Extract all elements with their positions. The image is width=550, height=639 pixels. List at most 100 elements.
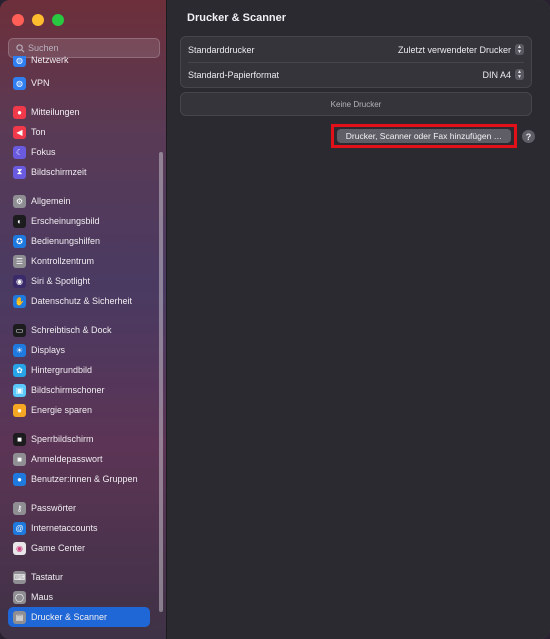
- default-printer-value: Zuletzt verwendeter Drucker: [397, 44, 511, 55]
- flower-icon: ✿: [13, 363, 26, 377]
- search-input[interactable]: Suchen: [8, 38, 160, 58]
- sidebar-scrollbar[interactable]: [159, 152, 163, 612]
- speaker-icon: ◀: [13, 125, 26, 139]
- sidebar-item-label: Internetaccounts: [31, 523, 98, 533]
- search-placeholder: Suchen: [28, 43, 59, 53]
- sidebar-item-label: Maus: [31, 592, 54, 602]
- default-printer-row: Standarddrucker Zuletzt verwendeter Druc…: [181, 37, 531, 62]
- chevron-updown-icon: ▲ ▼: [515, 69, 524, 80]
- gamecenter-icon: ◉: [13, 541, 26, 555]
- sidebar-item-label: Sperrbildschirm: [31, 434, 94, 444]
- lock-icon: ■: [13, 452, 26, 466]
- sidebar-item[interactable]: ■ Sperrbildschirm: [8, 429, 150, 449]
- sidebar-item-label: Tastatur: [31, 572, 64, 582]
- add-printer-button[interactable]: Drucker, Scanner oder Fax hinzufügen …: [337, 129, 511, 143]
- sidebar-item[interactable]: ⌨ Tastatur: [8, 567, 150, 587]
- sidebar-item-label: Erscheinungsbild: [31, 216, 100, 226]
- sidebar-item[interactable]: ☾ Fokus: [8, 142, 150, 162]
- sidebar-item[interactable]: ⧗ Bildschirmzeit: [8, 162, 150, 182]
- sidebar-item[interactable]: ● Benutzer:innen & Gruppen: [8, 469, 150, 489]
- sidebar-item-label: Mitteilungen: [31, 107, 80, 117]
- sidebar-item-label: Siri & Spotlight: [31, 276, 91, 286]
- dock-icon: ▭: [13, 323, 26, 337]
- sidebar-item-label: Drucker & Scanner: [31, 612, 108, 622]
- sidebar-item[interactable]: ◐ Erscheinungsbild: [8, 211, 150, 231]
- sidebar-item-label: Energie sparen: [31, 405, 93, 415]
- zoom-window-button[interactable]: [52, 14, 64, 26]
- globe-icon: ◍: [13, 56, 26, 67]
- sidebar-item[interactable]: ● Energie sparen: [8, 400, 150, 420]
- highlight-box: Drucker, Scanner oder Fax hinzufügen …: [331, 124, 517, 148]
- main-pane: Drucker & Scanner Standarddrucker Zuletz…: [167, 0, 550, 639]
- globe-icon: ◍: [13, 76, 26, 90]
- sidebar-item-label: Schreibtisch & Dock: [31, 325, 112, 335]
- default-printer-popup[interactable]: Zuletzt verwendeter Drucker ▲ ▼: [398, 44, 524, 55]
- paper-size-row: Standard-Papierformat DIN A4 ▲ ▼: [181, 62, 531, 87]
- settings-window: Suchen ◍ Netzwerk ◍ VPN ● Mitteilungen ◀ Ton ☾ Fo…: [0, 0, 550, 639]
- sidebar-item[interactable]: ✿ Hintergrundbild: [8, 360, 150, 380]
- sidebar-item-label: Benutzer:innen & Gruppen: [31, 474, 138, 484]
- accessibility-icon: ✪: [13, 234, 26, 248]
- sidebar-item[interactable]: ▭ Schreibtisch & Dock: [8, 320, 150, 340]
- users-icon: ●: [13, 472, 26, 486]
- sidebar-item-label: Bildschirmschoner: [31, 385, 105, 395]
- sidebar-item[interactable]: ◉ Game Center: [8, 538, 150, 558]
- sidebar-list[interactable]: ◍ Netzwerk ◍ VPN ● Mitteilungen ◀ Ton ☾ Fokus ⧗ Bil…: [0, 56, 160, 639]
- key-icon: ⚷: [13, 501, 26, 515]
- sidebar-item[interactable]: ▤ Drucker & Scanner: [8, 607, 150, 627]
- at-icon: @: [13, 521, 26, 535]
- siri-icon: ◉: [13, 274, 26, 288]
- sidebar-item[interactable]: ✪ Bedienungshilfen: [8, 231, 150, 251]
- mouse-icon: ◯: [13, 590, 26, 604]
- help-button[interactable]: ?: [522, 130, 535, 143]
- bell-icon: ●: [13, 105, 26, 119]
- sidebar-item[interactable]: ■ Anmeldepasswort: [8, 449, 150, 469]
- settings-group: Standarddrucker Zuletzt verwendeter Druc…: [180, 36, 532, 88]
- sidebar-item[interactable]: ▣ Bildschirmschoner: [8, 380, 150, 400]
- screensaver-icon: ▣: [13, 383, 26, 397]
- hand-icon: ✋: [13, 294, 26, 308]
- sidebar-item[interactable]: ◍ Netzwerk: [8, 56, 150, 70]
- sidebar-item-label: Kontrollzentrum: [31, 256, 95, 266]
- sidebar-item-label: VPN: [31, 78, 50, 88]
- chevron-updown-icon: ▲ ▼: [515, 44, 524, 55]
- sidebar-item[interactable]: @ Internetaccounts: [8, 518, 150, 538]
- paper-size-value: DIN A4: [482, 69, 511, 80]
- hourglass-icon: ⧗: [13, 165, 26, 179]
- sidebar-item[interactable]: ◉ Siri & Spotlight: [8, 271, 150, 291]
- sidebar-item-label: Displays: [31, 345, 66, 355]
- switches-icon: ☰: [13, 254, 26, 268]
- sidebar: Suchen ◍ Netzwerk ◍ VPN ● Mitteilungen ◀ Ton ☾ Fo…: [0, 0, 167, 639]
- sun-icon: ☀: [13, 343, 26, 357]
- default-printer-label: Standarddrucker: [188, 44, 255, 55]
- sidebar-item[interactable]: ◍ VPN: [8, 73, 150, 93]
- keyboard-icon: ⌨: [13, 570, 26, 584]
- minimize-window-button[interactable]: [32, 14, 44, 26]
- sidebar-item-label: Game Center: [31, 543, 86, 553]
- sidebar-item[interactable]: ◀ Ton: [8, 122, 150, 142]
- sidebar-item-label: Bildschirmzeit: [31, 167, 87, 177]
- sidebar-item-label: Netzwerk: [31, 56, 69, 65]
- sidebar-item[interactable]: ⚷ Passwörter: [8, 498, 150, 518]
- sidebar-item-label: Anmeldepasswort: [31, 454, 103, 464]
- sidebar-item[interactable]: ☰ Kontrollzentrum: [8, 251, 150, 271]
- sidebar-item-label: Fokus: [31, 147, 56, 157]
- sidebar-item[interactable]: ● Mitteilungen: [8, 102, 150, 122]
- sidebar-item[interactable]: ☀ Displays: [8, 340, 150, 360]
- window-controls: [12, 14, 64, 26]
- search-icon: [12, 43, 28, 53]
- gear-icon: ⚙: [13, 194, 26, 208]
- sidebar-item[interactable]: ⚙ Allgemein: [8, 191, 150, 211]
- sidebar-item[interactable]: ✋ Datenschutz & Sicherheit: [8, 291, 150, 311]
- sidebar-item-label: Passwörter: [31, 503, 77, 513]
- appearance-icon: ◐: [13, 214, 26, 228]
- page-title: Drucker & Scanner: [187, 12, 287, 24]
- close-window-button[interactable]: [12, 14, 24, 26]
- paper-size-popup[interactable]: DIN A4 ▲ ▼: [482, 69, 524, 80]
- no-printers-label: Keine Drucker: [330, 99, 382, 109]
- printer-icon: ▤: [13, 610, 26, 624]
- add-printer-label: Drucker, Scanner oder Fax hinzufügen …: [345, 131, 503, 141]
- sidebar-item[interactable]: ◯ Maus: [8, 587, 150, 607]
- bulb-icon: ●: [13, 403, 26, 417]
- sidebar-item-label: Bedienungshilfen: [31, 236, 101, 246]
